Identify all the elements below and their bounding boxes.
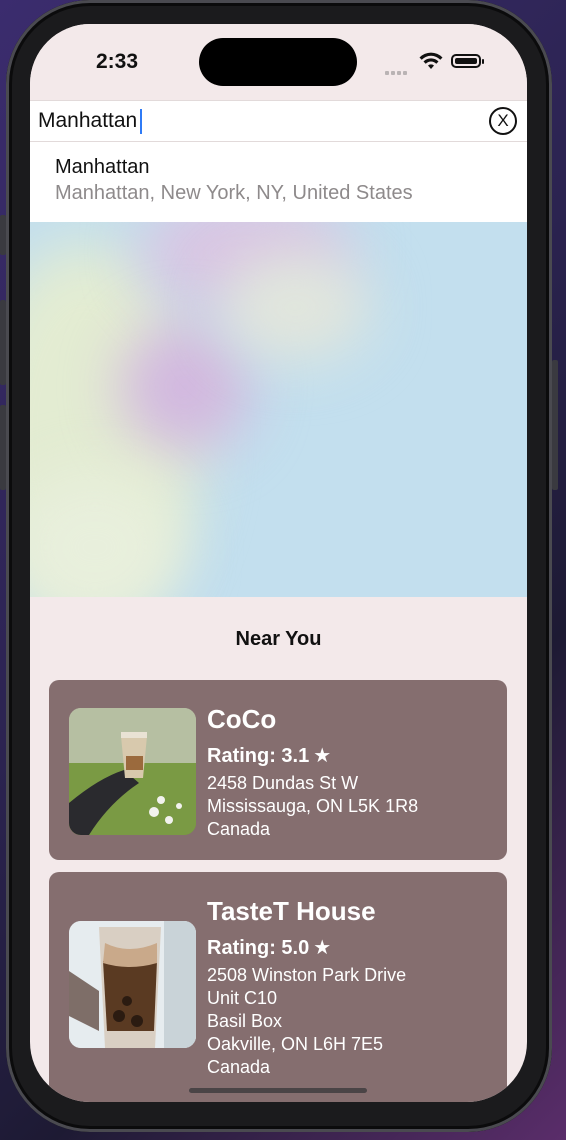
address-line: 2458 Dundas St W bbox=[207, 773, 359, 793]
address-line: Unit C10 bbox=[207, 988, 278, 1008]
power-button bbox=[552, 360, 558, 490]
address-line: Basil Box bbox=[207, 1011, 283, 1031]
shop-card[interactable]: TasteT House Rating: 5.0 ★ 2508 Winston P… bbox=[49, 872, 507, 1102]
address-line: Canada bbox=[207, 819, 271, 839]
wifi-icon bbox=[419, 52, 443, 75]
shop-address: 2458 Dundas St W Mississauga, ON L5K 1R8… bbox=[207, 772, 418, 841]
dynamic-island bbox=[199, 38, 357, 86]
shop-rating-label: Rating: 5.0 bbox=[207, 937, 310, 959]
shop-rating-label: Rating: 3.1 bbox=[207, 745, 310, 767]
clear-icon: X bbox=[497, 111, 509, 130]
address-line: Oakville, ON L6H 7E5 bbox=[207, 1034, 384, 1054]
star-icon: ★ bbox=[313, 745, 332, 767]
search-input[interactable] bbox=[38, 107, 478, 135]
search-suggestion[interactable]: Manhattan Manhattan, New York, NY, Unite… bbox=[30, 142, 527, 222]
home-indicator[interactable] bbox=[189, 1088, 367, 1093]
address-line: Canada bbox=[207, 1057, 271, 1077]
text-caret bbox=[140, 109, 142, 134]
suggestion-subtitle: Manhattan, New York, NY, United States bbox=[55, 182, 413, 204]
shop-photo bbox=[69, 708, 196, 835]
address-line: 2508 Winston Park Drive bbox=[207, 965, 407, 985]
shop-photo bbox=[69, 921, 196, 1048]
status-time: 2:33 bbox=[96, 50, 139, 73]
shop-name: CoCo bbox=[207, 704, 277, 734]
map-land-area bbox=[120, 322, 250, 452]
cellular-signal-icon bbox=[385, 62, 409, 80]
shop-name: TasteT House bbox=[207, 896, 376, 926]
section-title: Near You bbox=[235, 628, 322, 650]
map-view[interactable] bbox=[30, 222, 527, 597]
app-screen: 2:33 X Manhattan Manhattan, New York, NY… bbox=[30, 24, 527, 1102]
search-bar: X bbox=[30, 100, 527, 142]
shop-card[interactable]: CoCo Rating: 3.1 ★ 2458 Dundas St W Missi… bbox=[49, 680, 507, 860]
star-icon: ★ bbox=[313, 937, 332, 959]
suggestion-title: Manhattan bbox=[55, 156, 150, 178]
shop-rating: Rating: 3.1 ★ bbox=[207, 743, 331, 768]
shop-address: 2508 Winston Park Drive Unit C10 Basil B… bbox=[207, 964, 406, 1079]
clear-search-button[interactable]: X bbox=[489, 107, 517, 135]
address-line: Mississauga, ON L5K 1R8 bbox=[207, 796, 419, 816]
map-land-area bbox=[220, 252, 370, 362]
shop-rating: Rating: 5.0 ★ bbox=[207, 935, 331, 960]
battery-icon bbox=[451, 54, 484, 68]
status-bar: 2:33 bbox=[30, 24, 527, 100]
